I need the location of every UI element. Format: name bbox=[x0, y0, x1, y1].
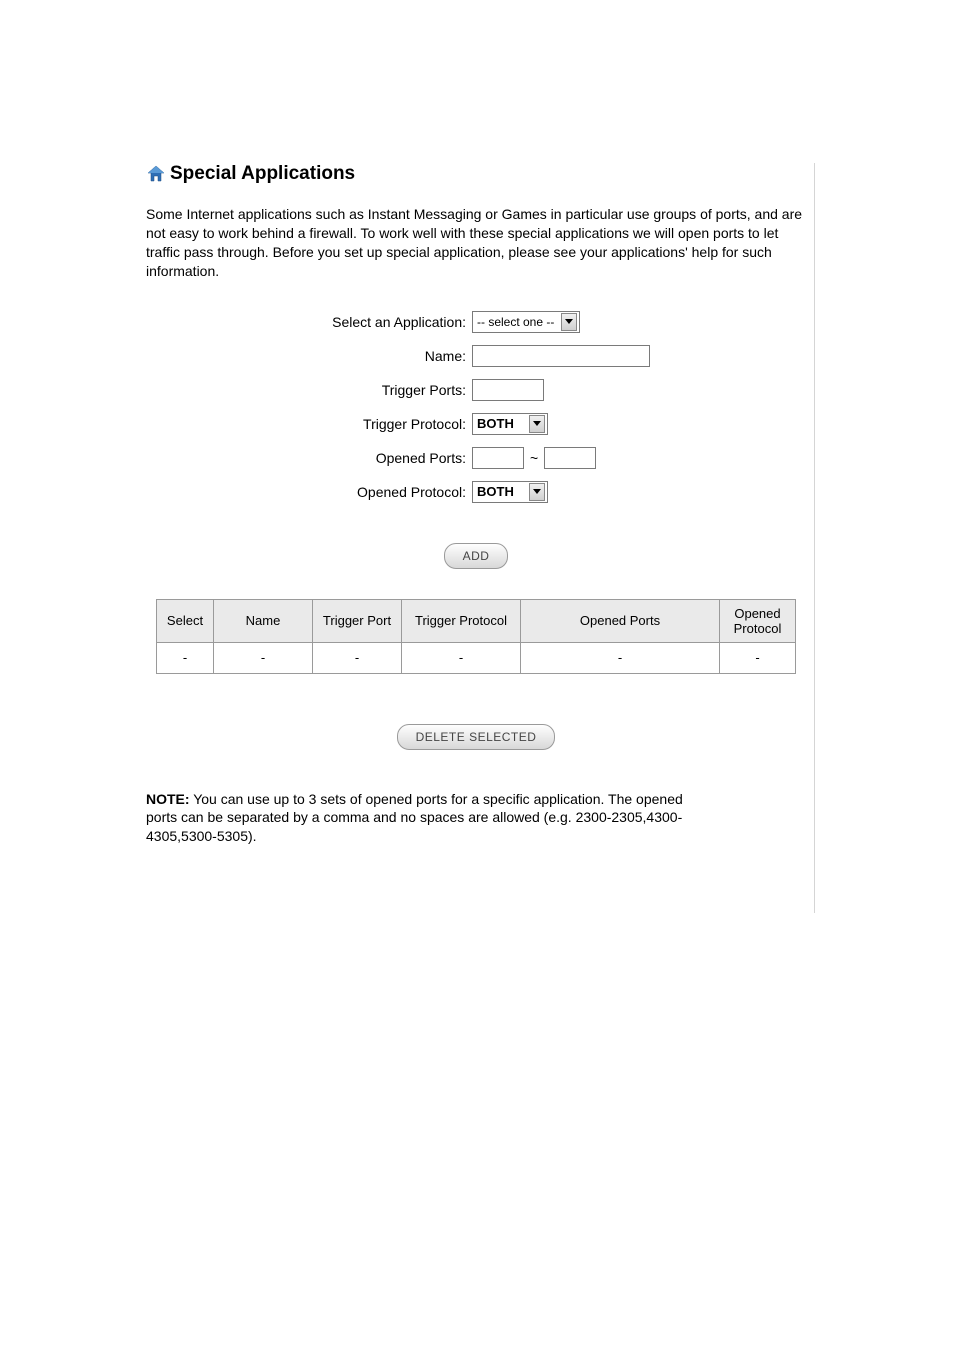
trigger-protocol-value: BOTH bbox=[477, 416, 514, 431]
intro-text: Some Internet applications such as Insta… bbox=[146, 205, 806, 281]
form-area: Select an Application: -- select one -- … bbox=[146, 311, 806, 847]
trigger-ports-input[interactable] bbox=[472, 379, 544, 401]
th-opened-protocol: Opened Protocol bbox=[720, 599, 796, 642]
th-trigger-port: Trigger Port bbox=[313, 599, 402, 642]
opened-protocol-label: Opened Protocol: bbox=[146, 484, 472, 500]
note-body: You can use up to 3 sets of opened ports… bbox=[146, 791, 683, 845]
add-button[interactable]: ADD bbox=[444, 543, 509, 569]
home-icon bbox=[146, 164, 166, 184]
opened-ports-from-input[interactable] bbox=[472, 447, 524, 469]
cell-opened-protocol: - bbox=[720, 642, 796, 673]
opened-ports-separator: ~ bbox=[528, 450, 540, 466]
trigger-protocol-label: Trigger Protocol: bbox=[146, 416, 472, 432]
cell-opened-ports: - bbox=[521, 642, 720, 673]
select-application-dropdown[interactable]: -- select one -- bbox=[472, 311, 580, 333]
delete-selected-button[interactable]: DELETE SELECTED bbox=[397, 724, 556, 750]
select-app-label: Select an Application: bbox=[146, 314, 472, 330]
cell-name: - bbox=[214, 642, 313, 673]
applications-table: Select Name Trigger Port Trigger Protoco… bbox=[156, 599, 796, 674]
opened-protocol-value: BOTH bbox=[477, 484, 514, 499]
note-text: NOTE: You can use up to 3 sets of opened… bbox=[146, 790, 806, 847]
th-name: Name bbox=[214, 599, 313, 642]
name-input[interactable] bbox=[472, 345, 650, 367]
th-trigger-protocol: Trigger Protocol bbox=[402, 599, 521, 642]
title-row: Special Applications bbox=[146, 163, 806, 185]
chevron-down-icon bbox=[529, 415, 545, 433]
chevron-down-icon bbox=[561, 313, 577, 331]
chevron-down-icon bbox=[529, 483, 545, 501]
opened-protocol-dropdown[interactable]: BOTH bbox=[472, 481, 548, 503]
th-opened-ports: Opened Ports bbox=[521, 599, 720, 642]
opened-ports-label: Opened Ports: bbox=[146, 450, 472, 466]
th-select: Select bbox=[157, 599, 214, 642]
cell-select: - bbox=[157, 642, 214, 673]
note-label: NOTE: bbox=[146, 791, 190, 807]
trigger-protocol-dropdown[interactable]: BOTH bbox=[472, 413, 548, 435]
opened-ports-to-input[interactable] bbox=[544, 447, 596, 469]
table-row: - - - - - - bbox=[157, 642, 796, 673]
cell-trigger-port: - bbox=[313, 642, 402, 673]
select-application-value: -- select one -- bbox=[477, 315, 554, 329]
page-title: Special Applications bbox=[170, 163, 355, 185]
name-label: Name: bbox=[146, 348, 472, 364]
cell-trigger-protocol: - bbox=[402, 642, 521, 673]
trigger-ports-label: Trigger Ports: bbox=[146, 382, 472, 398]
